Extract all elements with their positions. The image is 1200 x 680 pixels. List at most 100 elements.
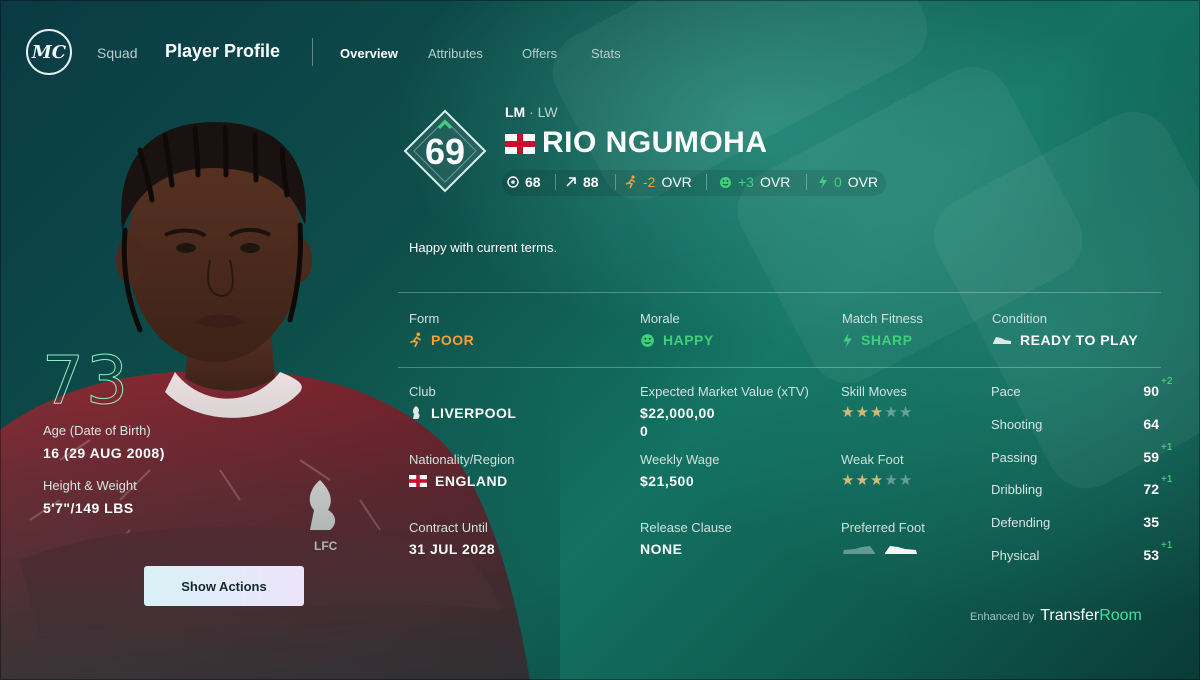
nationality-text: ENGLAND	[435, 473, 508, 489]
position-alt: LW	[537, 104, 558, 120]
fitness-label: Match Fitness	[842, 311, 923, 326]
potential-rating: 73	[42, 342, 130, 420]
chip-separator	[806, 174, 807, 190]
form-value: POOR	[409, 332, 474, 348]
wage-label: Weekly Wage	[640, 452, 720, 467]
star-filled-icon: ★	[869, 404, 885, 421]
star-empty-icon: ★	[884, 472, 899, 489]
liverbird-icon	[412, 406, 420, 419]
england-flag-icon	[409, 475, 427, 487]
mc-logo: MC	[26, 29, 72, 75]
skill-moves-stars: ★★★★★	[841, 403, 913, 421]
club-text: LIVERPOOL	[431, 405, 517, 421]
tab-offers[interactable]: Offers	[522, 46, 557, 61]
show-actions-button[interactable]: Show Actions	[144, 566, 304, 606]
chip-separator	[615, 174, 616, 190]
attribute-label: Shooting	[991, 417, 1043, 432]
chip-rating: 68	[507, 174, 541, 190]
release-clause-label: Release Clause	[640, 520, 732, 535]
age-label: Age (Date of Birth)	[43, 423, 151, 438]
tab-stats[interactable]: Stats	[591, 46, 621, 61]
tab-attributes[interactable]: Attributes	[428, 46, 483, 61]
chip-potential-value: 88	[583, 174, 599, 190]
left-boot-icon	[843, 546, 875, 554]
smiley-icon	[641, 333, 654, 347]
form-label: Form	[409, 311, 440, 326]
divider	[398, 292, 1161, 293]
position-separator: ·	[525, 104, 538, 120]
wage-value: $21,500	[640, 473, 695, 489]
weak-foot-label: Weak Foot	[841, 452, 904, 467]
attribute-value: 64	[1143, 416, 1159, 432]
chip-morale-suffix: OVR	[759, 174, 791, 190]
contract-status: Happy with current terms.	[409, 240, 558, 255]
attribute-label: Defending	[991, 515, 1051, 530]
attribute-label: Physical	[991, 548, 1040, 563]
attribute-value: 90	[1143, 383, 1159, 399]
attribute-delta: +1	[1161, 442, 1173, 453]
chip-separator	[555, 174, 556, 190]
club-value: LIVERPOOL	[409, 405, 516, 421]
attribute-delta: +1	[1161, 474, 1173, 485]
tab-overview[interactable]: Overview	[340, 46, 398, 61]
transferroom-logo: TransferRoom	[1040, 607, 1142, 624]
chip-form-value: -2	[643, 174, 656, 190]
preferred-foot-value	[842, 543, 918, 557]
preferred-foot-label: Preferred Foot	[841, 520, 925, 535]
england-flag-icon	[505, 134, 535, 154]
smiley-icon	[720, 176, 731, 188]
position-main: LM	[505, 104, 526, 120]
height-weight-value: 5'7"/149 LBS	[43, 500, 134, 516]
morale-text: HAPPY	[663, 332, 714, 348]
enhanced-by: Enhanced by TransferRoom	[970, 607, 1142, 625]
nationality-value: ENGLAND	[409, 473, 508, 489]
xtv-value: $22,000,00	[640, 405, 716, 421]
xtv-label: Expected Market Value (xTV)	[640, 384, 809, 399]
target-icon	[507, 176, 519, 188]
morale-value: HAPPY	[640, 332, 714, 348]
fitness-text: SHARP	[861, 332, 913, 348]
skill-moves-label: Skill Moves	[841, 384, 907, 399]
attribute-value: 59	[1143, 449, 1159, 465]
weak-foot-stars: ★★★★★	[841, 471, 913, 489]
condition-label: Condition	[992, 311, 1047, 326]
page-title: Player Profile	[165, 41, 281, 61]
attribute-delta: +2	[1161, 376, 1173, 387]
chip-separator	[706, 174, 707, 190]
star-filled-icon: ★	[855, 472, 870, 489]
contract-label: Contract Until	[409, 520, 488, 535]
contract-value: 31 JUL 2028	[409, 541, 496, 557]
attribute-delta: +1	[1161, 540, 1173, 551]
player-name: RIO NGUMOHA	[542, 126, 768, 159]
positions: LM · LW	[505, 104, 558, 120]
star-filled-icon: ★	[855, 404, 870, 421]
enhanced-by-label: Enhanced by	[970, 611, 1035, 623]
attribute-value: 35	[1143, 514, 1159, 530]
chip-morale-value: +3	[738, 174, 754, 190]
height-weight-label: Height & Weight	[43, 478, 137, 493]
runner-icon	[410, 332, 422, 348]
star-empty-icon: ★	[898, 472, 914, 489]
chip-form: -2 OVR	[625, 174, 692, 190]
condition-text: READY TO PLAY	[1020, 332, 1139, 348]
star-empty-icon: ★	[884, 404, 899, 421]
nav-divider	[312, 38, 313, 66]
rating-up-icon	[437, 120, 453, 130]
chip-form-suffix: OVR	[661, 174, 692, 190]
xtv-value-wrap: 0	[640, 423, 649, 439]
lightning-icon	[819, 175, 827, 189]
release-clause-value: NONE	[640, 541, 683, 557]
nationality-label: Nationality/Region	[409, 452, 515, 467]
nav-squad[interactable]: Squad	[97, 45, 137, 61]
chip-rating-value: 68	[525, 174, 541, 190]
chip-fitness-value: 0	[834, 174, 842, 190]
form-text: POOR	[431, 332, 475, 348]
right-boot-icon	[885, 546, 917, 554]
arrow-up-right-icon	[566, 177, 576, 187]
overall-rating: 69	[424, 131, 466, 172]
star-filled-icon: ★	[841, 472, 856, 489]
boot-icon	[993, 337, 1011, 344]
chip-potential: 88	[565, 174, 599, 190]
lightning-icon	[843, 332, 852, 348]
runner-icon	[625, 175, 636, 189]
